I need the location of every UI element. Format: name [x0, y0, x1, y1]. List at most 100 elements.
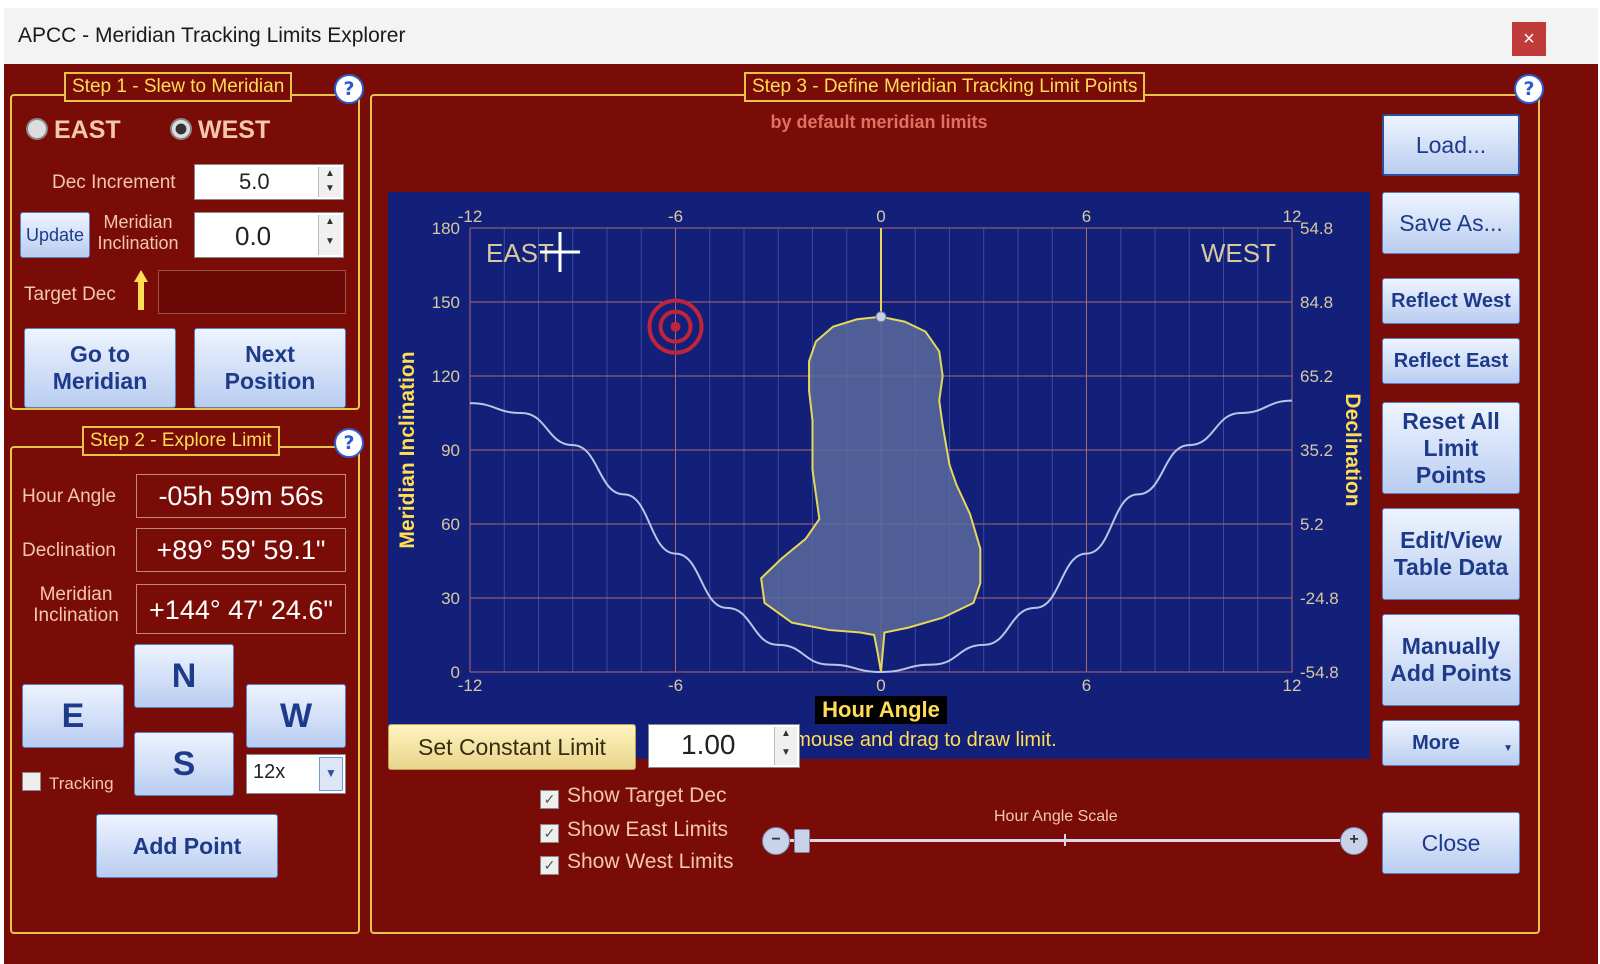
show-west-limits-checkbox[interactable]: ✓ Show West Limits	[540, 850, 734, 875]
rate-select[interactable]: 12x ▼	[246, 754, 346, 794]
limit-plot[interactable]: -12 -12 -6 -6 0 0 6 6 12 12 0 -54.8 30 -24.8 60 5.2 90 35…	[388, 192, 1370, 759]
dec-increment-input[interactable]: 5.0 ▲ ▼	[194, 164, 344, 200]
y-axis-label: Meridian Inclination	[396, 351, 419, 548]
reset-all-button[interactable]: Reset All Limit Points	[1382, 402, 1520, 494]
west-button[interactable]: W	[246, 684, 346, 748]
slider-thumb[interactable]	[794, 829, 810, 853]
target-dec-field	[158, 270, 346, 314]
zoom-out-icon[interactable]: −	[762, 827, 790, 855]
step3-help-icon[interactable]: ?	[1514, 74, 1544, 104]
target-dec-arrow-icon	[134, 270, 148, 310]
hour-angle-readout: -05h 59m 56s	[136, 474, 346, 518]
x-tick-label-top: 0	[876, 207, 885, 226]
constant-limit-value: 1.00	[681, 729, 736, 760]
constant-limit-input[interactable]: 1.00 ▲ ▼	[648, 724, 800, 768]
rate-select-value: 12x	[253, 761, 286, 783]
show-west-limits-check: ✓	[540, 856, 559, 875]
y2-tick-label: 84.8	[1300, 293, 1333, 312]
x-tick-label-top: -12	[458, 207, 483, 226]
y2-tick-label: -24.8	[1300, 589, 1339, 608]
set-constant-limit-button[interactable]: Set Constant Limit	[388, 724, 636, 770]
limit-polygon	[760, 315, 982, 673]
meridian-inclination-spinner[interactable]: ▲ ▼	[318, 215, 341, 255]
hour-angle-label: Hour Angle	[22, 486, 117, 507]
update-button[interactable]: Update	[20, 212, 90, 258]
meridian-inclination-input[interactable]: 0.0 ▲ ▼	[194, 212, 344, 258]
show-east-limits-label: Show East Limits	[567, 818, 729, 841]
x-tick-label-top: 6	[1082, 207, 1091, 226]
step2-meridian-inclination-readout: +144° 47' 24.6"	[136, 584, 346, 634]
north-button[interactable]: N	[134, 644, 234, 708]
title-bar: APCC - Meridian Tracking Limits Explorer…	[4, 8, 1598, 65]
close-button[interactable]: Close	[1382, 812, 1520, 874]
next-position-label: Next Position	[224, 341, 316, 394]
plot-west-label: WEST	[1201, 238, 1276, 268]
east-radio[interactable]: EAST	[26, 116, 121, 145]
show-east-limits-checkbox[interactable]: ✓ Show East Limits	[540, 818, 728, 843]
x-tick-label-top: -6	[668, 207, 683, 226]
dec-increment-value: 5.0	[239, 169, 270, 194]
y2-axis-label: Declination	[1341, 393, 1364, 506]
y-tick-label: 90	[441, 441, 460, 460]
y2-tick-label: 54.8	[1300, 219, 1333, 238]
x-tick-label-top: 12	[1283, 207, 1302, 226]
y2-tick-label: 5.2	[1300, 515, 1324, 534]
y-tick-label: 30	[441, 589, 460, 608]
goto-meridian-button[interactable]: Go to Meridian	[24, 328, 176, 408]
show-target-dec-label: Show Target Dec	[567, 784, 727, 807]
west-radio[interactable]: WEST	[170, 116, 270, 145]
goto-meridian-label: Go to Meridian	[52, 341, 148, 394]
x-tick-label-bottom: 0	[876, 676, 885, 695]
east-radio-label: EAST	[54, 116, 121, 144]
add-point-button[interactable]: Add Point	[96, 814, 278, 878]
reflect-west-button[interactable]: Reflect West	[1382, 278, 1520, 324]
south-button[interactable]: S	[134, 732, 234, 796]
reflect-east-button[interactable]: Reflect East	[1382, 338, 1520, 384]
next-position-button[interactable]: Next Position	[194, 328, 346, 408]
x-axis-label: Hour Angle	[822, 697, 940, 722]
y-tick-label: 180	[432, 219, 460, 238]
close-window-button[interactable]: ×	[1512, 22, 1546, 56]
y2-tick-label: 35.2	[1300, 441, 1333, 460]
edit-view-table-button[interactable]: Edit/View Table Data	[1382, 508, 1520, 600]
show-target-dec-checkbox[interactable]: ✓ Show Target Dec	[540, 784, 727, 809]
hour-angle-scale-slider[interactable]: − +	[762, 826, 1368, 856]
meridian-inclination-value: 0.0	[235, 221, 272, 251]
east-button[interactable]: E	[22, 684, 124, 748]
zoom-in-icon[interactable]: +	[1340, 827, 1368, 855]
dec-increment-label: Dec Increment	[52, 172, 176, 193]
tracking-checkbox[interactable]: Tracking	[22, 772, 114, 794]
window-title: APCC - Meridian Tracking Limits Explorer	[18, 24, 406, 47]
dec-increment-spinner[interactable]: ▲ ▼	[318, 167, 341, 197]
meridian-point-marker	[875, 311, 887, 323]
manually-add-label: Manually Add Points	[1390, 633, 1512, 686]
show-west-limits-label: Show West Limits	[567, 850, 734, 873]
manually-add-points-button[interactable]: Manually Add Points	[1382, 614, 1520, 706]
hour-angle-scale-label: Hour Angle Scale	[994, 808, 1118, 825]
constant-limit-spinner[interactable]: ▲ ▼	[774, 727, 797, 765]
step2-title: Step 2 - Explore Limit	[82, 426, 280, 456]
slider-center-tick	[1064, 834, 1066, 846]
step3-title: Step 3 - Define Meridian Tracking Limit …	[744, 72, 1146, 102]
plot-subtitle: by default meridian limits	[770, 112, 988, 132]
step2-meridian-inclination-label: Meridian Inclination	[33, 584, 119, 626]
save-as-button[interactable]: Save As...	[1382, 192, 1520, 254]
chevron-down-icon[interactable]: ▼	[319, 757, 343, 791]
step2-help-icon[interactable]: ?	[334, 428, 364, 458]
y-tick-label: 150	[432, 293, 460, 312]
target-dec-label: Target Dec	[24, 284, 116, 305]
x-tick-label-bottom: 6	[1082, 676, 1091, 695]
x-tick-label-bottom: -12	[458, 676, 483, 695]
app-window: APCC - Meridian Tracking Limits Explorer…	[4, 8, 1598, 964]
step1-title: Step 1 - Slew to Meridian	[64, 72, 293, 102]
target-center	[670, 321, 681, 332]
load-button[interactable]: Load...	[1382, 114, 1520, 176]
y-tick-label: 120	[432, 367, 460, 386]
limit-chart[interactable]: -12-12-6-6006612120 -54.830 -24.860 5.290 35…	[388, 192, 1370, 759]
edit-view-label: Edit/View Table Data	[1393, 527, 1509, 580]
x-tick-label-bottom: -6	[668, 676, 683, 695]
step1-help-icon[interactable]: ?	[334, 74, 364, 104]
tracking-checkbox-box	[22, 772, 41, 791]
more-button[interactable]: More ▼	[1382, 720, 1520, 766]
declination-readout: +89° 59' 59.1"	[136, 528, 346, 572]
